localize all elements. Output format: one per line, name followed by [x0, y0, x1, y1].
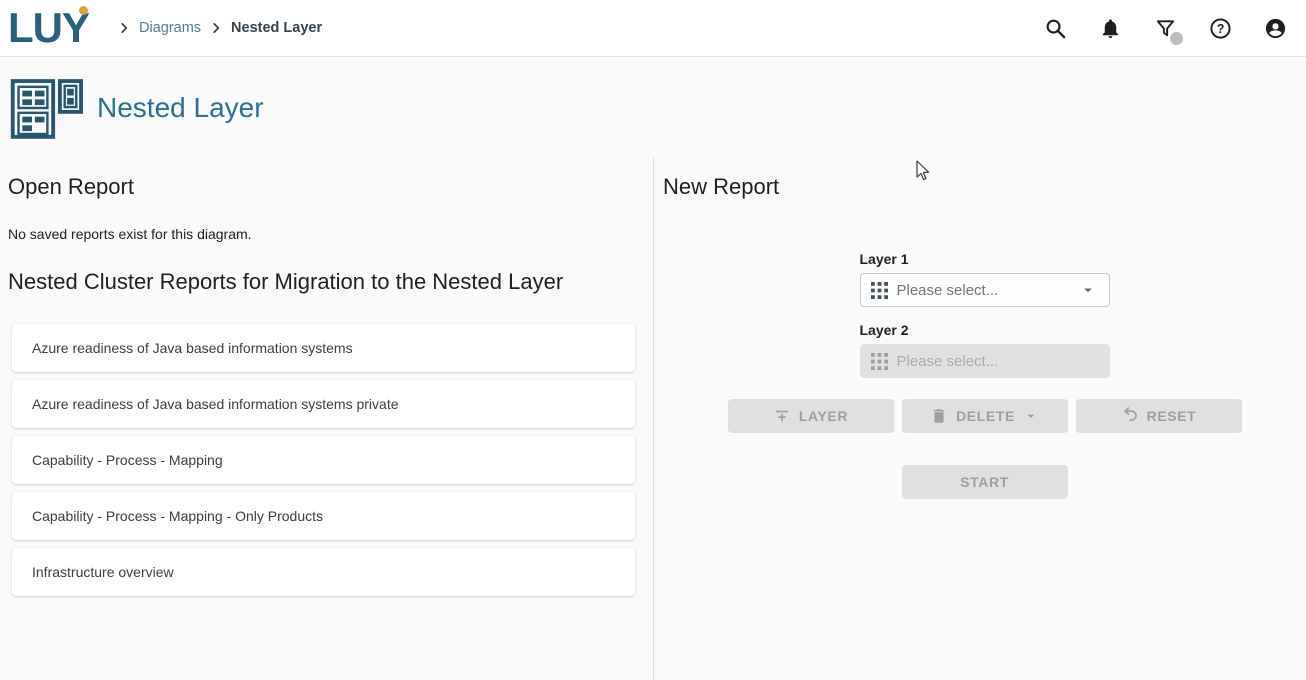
start-row: START — [663, 465, 1306, 499]
grid-apps-icon — [871, 353, 888, 370]
breadcrumb: Diagrams Nested Layer — [117, 20, 322, 36]
layer2-placeholder: Please select... — [897, 353, 999, 370]
content-columns: Open Report No saved reports exist for t… — [0, 158, 1306, 680]
report-card[interactable]: Capability - Process - Mapping - Only Pr… — [12, 492, 635, 540]
caret-down-icon — [1023, 408, 1039, 424]
page-title-row: Nested Layer — [0, 57, 1306, 158]
report-list: Azure readiness of Java based informatio… — [8, 324, 635, 596]
layer-button-label: LAYER — [799, 408, 848, 424]
add-layer-icon — [773, 407, 791, 425]
report-action-buttons: LAYER DELETE RESET — [663, 399, 1306, 433]
layer2-label: Layer 2 — [860, 322, 1110, 338]
report-card[interactable]: Capability - Process - Mapping — [12, 436, 635, 484]
layer1-label: Layer 1 — [860, 251, 1110, 267]
nested-cluster-reports-heading: Nested Cluster Reports for Migration to … — [8, 269, 635, 295]
filter-badge — [1170, 32, 1183, 45]
no-saved-reports-message: No saved reports exist for this diagram. — [8, 226, 635, 242]
new-report-section: New Report Layer 1 Please select... Laye… — [653, 158, 1306, 680]
notifications-bell-icon[interactable] — [1097, 15, 1123, 41]
reset-button-label: RESET — [1147, 408, 1197, 424]
report-card-label: Azure readiness of Java based informatio… — [32, 396, 399, 412]
luy-logo-dot — [79, 6, 88, 15]
reset-button: RESET — [1076, 399, 1242, 433]
delete-button: DELETE — [902, 399, 1068, 433]
undo-reset-icon — [1121, 407, 1139, 425]
svg-text:?: ? — [1216, 21, 1224, 35]
grid-apps-icon — [871, 282, 888, 299]
layer-button: LAYER — [728, 399, 894, 433]
page-title: Nested Layer — [97, 92, 264, 124]
search-icon[interactable] — [1042, 15, 1068, 41]
luy-logo-text: LUY — [8, 4, 89, 51]
breadcrumb-diagrams-link[interactable]: Diagrams — [139, 20, 201, 36]
app-header: LUY Diagrams Nested Layer ? — [0, 0, 1306, 57]
report-card[interactable]: Azure readiness of Java based informatio… — [12, 324, 635, 372]
start-button: START — [902, 465, 1068, 499]
report-card-label: Capability - Process - Mapping — [32, 452, 223, 468]
report-card-label: Azure readiness of Java based informatio… — [32, 340, 353, 356]
filter-funnel-icon[interactable] — [1152, 15, 1178, 41]
report-card[interactable]: Infrastructure overview — [12, 548, 635, 596]
header-actions: ? — [1042, 15, 1288, 41]
luy-logo[interactable]: LUY — [8, 7, 95, 49]
delete-button-label: DELETE — [956, 408, 1015, 424]
breadcrumb-current-page: Nested Layer — [231, 20, 322, 36]
caret-down-icon — [1079, 281, 1097, 299]
chevron-right-icon — [117, 21, 131, 35]
start-button-label: START — [960, 474, 1009, 490]
layer2-select: Please select... — [860, 344, 1110, 378]
layer1-select[interactable]: Please select... — [860, 273, 1110, 307]
open-report-heading: Open Report — [8, 174, 635, 200]
layer1-placeholder: Please select... — [897, 282, 999, 299]
new-report-form: Layer 1 Please select... Layer 2 — [860, 251, 1110, 378]
report-card[interactable]: Azure readiness of Java based informatio… — [12, 380, 635, 428]
help-icon[interactable]: ? — [1207, 15, 1233, 41]
new-report-heading: New Report — [663, 174, 1306, 200]
account-icon[interactable] — [1262, 15, 1288, 41]
trash-icon — [930, 407, 948, 425]
report-card-label: Infrastructure overview — [32, 564, 174, 580]
nested-layer-icon — [6, 76, 83, 140]
report-card-label: Capability - Process - Mapping - Only Pr… — [32, 508, 323, 524]
chevron-right-icon — [209, 21, 223, 35]
open-report-section: Open Report No saved reports exist for t… — [0, 158, 653, 680]
